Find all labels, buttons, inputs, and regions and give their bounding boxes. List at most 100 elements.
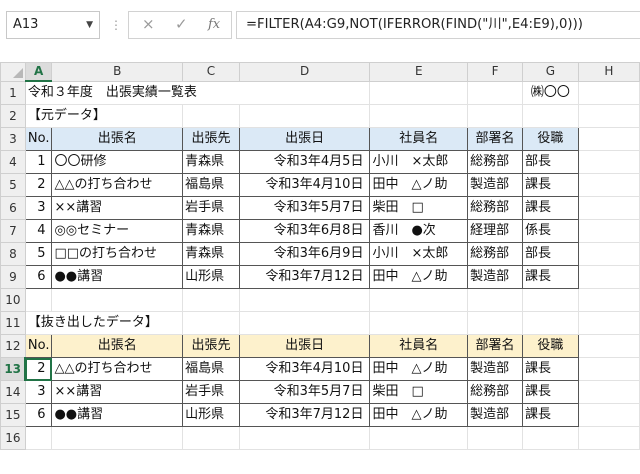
original-date[interactable]: 令和3年6月8日 (238, 219, 371, 243)
header-employee[interactable]: 社員名 (369, 334, 469, 358)
formula-input[interactable]: =FILTER(A4:G9,NOT(IFERROR(FIND("川",E4:E9… (236, 11, 640, 39)
empty-cell[interactable] (24, 288, 53, 312)
header-employee[interactable]: 社員名 (369, 127, 469, 151)
original-no[interactable]: 4 (24, 219, 53, 243)
column-header-h[interactable]: H (577, 62, 640, 82)
extracted-no[interactable]: 6 (24, 403, 53, 427)
original-position[interactable]: 課長 (521, 173, 579, 197)
original-employee[interactable]: 柴田 □ (369, 196, 469, 220)
empty-cell[interactable] (521, 426, 579, 450)
empty-cell[interactable] (182, 426, 240, 450)
original-trip-name[interactable]: △△の打ち合わせ (51, 173, 184, 197)
empty-cell[interactable] (577, 265, 640, 289)
empty-cell[interactable] (51, 426, 184, 450)
header-department[interactable]: 部署名 (467, 334, 523, 358)
empty-cell[interactable] (467, 426, 523, 450)
empty-cell[interactable] (182, 288, 240, 312)
select-all-corner[interactable] (0, 62, 26, 82)
grip-icon[interactable]: ⋮ (110, 18, 123, 32)
original-trip-name[interactable]: ◎◎セミナー (51, 219, 184, 243)
original-trip-name[interactable]: ●●講習 (51, 265, 184, 289)
empty-cell[interactable] (182, 311, 240, 335)
extracted-destination[interactable]: 岩手県 (182, 380, 240, 404)
column-header-c[interactable]: C (182, 62, 240, 82)
empty-cell[interactable] (238, 104, 371, 128)
original-employee[interactable]: 田中 △ノ助 (369, 173, 469, 197)
header-position[interactable]: 役職 (521, 334, 579, 358)
extracted-destination[interactable]: 山形県 (182, 403, 240, 427)
original-destination[interactable]: 山形県 (182, 265, 240, 289)
extracted-date[interactable]: 令和3年5月7日 (238, 380, 371, 404)
original-department[interactable]: 総務部 (467, 242, 523, 266)
extracted-employee[interactable]: 柴田 □ (369, 380, 469, 404)
header-destination[interactable]: 出張先 (182, 127, 240, 151)
original-no[interactable]: 2 (24, 173, 53, 197)
header-trip-name[interactable]: 出張名 (51, 127, 184, 151)
empty-cell[interactable] (577, 426, 640, 450)
row-header-1[interactable]: 1 (0, 80, 26, 105)
empty-cell[interactable] (182, 104, 240, 128)
row-header-11[interactable]: 11 (0, 311, 26, 335)
original-department[interactable]: 総務部 (467, 150, 523, 174)
header-trip-name[interactable]: 出張名 (51, 334, 184, 358)
empty-cell[interactable] (238, 426, 371, 450)
column-header-g[interactable]: G (521, 62, 579, 82)
row-header-16[interactable]: 16 (0, 426, 26, 450)
original-employee[interactable]: 田中 △ノ助 (369, 265, 469, 289)
original-date[interactable]: 令和3年6月9日 (238, 242, 371, 266)
extracted-department[interactable]: 製造部 (467, 403, 523, 427)
original-position[interactable]: 課長 (521, 265, 579, 289)
empty-cell[interactable] (521, 104, 579, 128)
column-header-b[interactable]: B (51, 62, 184, 82)
title-cell[interactable]: 令和３年度 出張実績一覧表 (24, 80, 371, 105)
extracted-trip-name[interactable]: ××講習 (51, 380, 184, 404)
original-no[interactable]: 3 (24, 196, 53, 220)
row-header-6[interactable]: 6 (0, 196, 26, 220)
extracted-employee[interactable]: 田中 △ノ助 (369, 357, 469, 381)
original-destination[interactable]: 青森県 (182, 219, 240, 243)
empty-cell[interactable] (577, 403, 640, 427)
empty-cell[interactable] (521, 288, 579, 312)
original-no[interactable]: 6 (24, 265, 53, 289)
row-header-12[interactable]: 12 (0, 334, 26, 358)
original-department[interactable]: 経理部 (467, 219, 523, 243)
extracted-position[interactable]: 課長 (521, 357, 579, 381)
row-header-15[interactable]: 15 (0, 403, 26, 427)
empty-cell[interactable] (369, 311, 469, 335)
header-department[interactable]: 部署名 (467, 127, 523, 151)
empty-cell[interactable] (577, 357, 640, 381)
original-trip-name[interactable]: □□の打ち合わせ (51, 242, 184, 266)
original-destination[interactable]: 青森県 (182, 242, 240, 266)
company-cell[interactable]: ㈱〇〇 (521, 80, 579, 105)
enter-icon[interactable]: ✓ (175, 15, 188, 33)
original-position[interactable]: 部長 (521, 150, 579, 174)
extracted-position[interactable]: 課長 (521, 403, 579, 427)
empty-cell[interactable] (577, 219, 640, 243)
row-header-10[interactable]: 10 (0, 288, 26, 312)
cancel-icon[interactable]: × (142, 15, 155, 33)
row-header-2[interactable]: 2 (0, 104, 26, 128)
original-destination[interactable]: 岩手県 (182, 196, 240, 220)
empty-cell[interactable] (238, 288, 371, 312)
original-employee[interactable]: 小川 ×太郎 (369, 150, 469, 174)
empty-cell[interactable] (577, 242, 640, 266)
original-destination[interactable]: 青森県 (182, 150, 240, 174)
original-destination[interactable]: 福島県 (182, 173, 240, 197)
cell-f1[interactable] (467, 80, 523, 105)
extracted-employee[interactable]: 田中 △ノ助 (369, 403, 469, 427)
column-header-f[interactable]: F (467, 62, 523, 82)
empty-cell[interactable] (577, 127, 640, 151)
row-header-7[interactable]: 7 (0, 219, 26, 243)
extracted-department[interactable]: 製造部 (467, 357, 523, 381)
original-no[interactable]: 5 (24, 242, 53, 266)
insert-function-icon[interactable]: fx (208, 17, 220, 32)
original-department[interactable]: 製造部 (467, 173, 523, 197)
header-destination[interactable]: 出張先 (182, 334, 240, 358)
original-position[interactable]: 部長 (521, 242, 579, 266)
empty-cell[interactable] (577, 380, 640, 404)
original-trip-name[interactable]: ××講習 (51, 196, 184, 220)
header-date[interactable]: 出張日 (238, 334, 371, 358)
extracted-no[interactable]: 2 (24, 357, 53, 381)
empty-cell[interactable] (24, 426, 53, 450)
empty-cell[interactable] (467, 104, 523, 128)
